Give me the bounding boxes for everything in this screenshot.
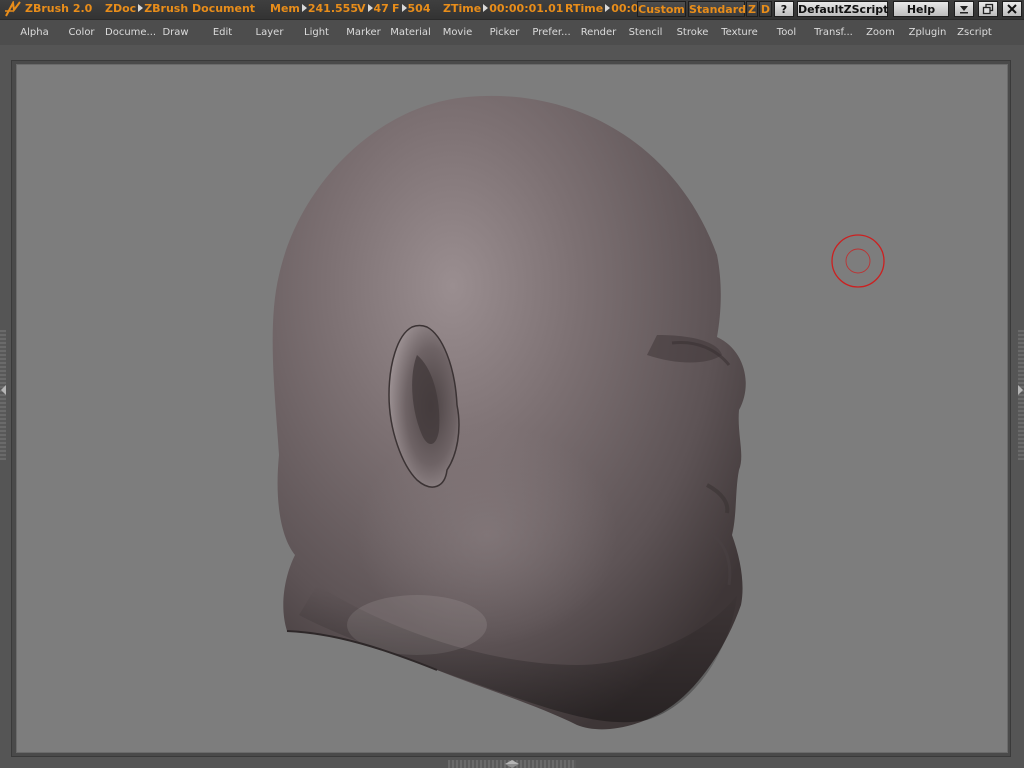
restore-icon [982,3,994,15]
ztime-value: 00:00:01.01 [489,2,564,15]
zbrush-window: ZBrush 2.0 ZDoc ZBrush Document Mem 241.55… [0,0,1024,768]
mem-value: 241.555 [307,2,358,15]
rtime-readout: RTime 00:0 [565,2,639,16]
menu-bar: Alpha Color Docume... Draw Edit Layer Li… [0,20,1024,45]
menu-render[interactable]: Render [575,20,622,45]
ztime-readout: ZTime 00:00:01.01 [443,2,563,16]
vertex-readout: V 47 [357,2,389,16]
arrow-right-icon [301,4,307,12]
arrow-right-icon [401,4,407,12]
rtime-label: RTime [565,2,604,15]
menu-movie[interactable]: Movie [434,20,481,45]
menu-preferences[interactable]: Prefer... [528,20,575,45]
menu-marker[interactable]: Marker [340,20,387,45]
minimize-button[interactable] [954,1,974,17]
face-readout: F 504 [392,2,430,16]
help-button[interactable]: Help [893,1,949,17]
menu-color[interactable]: Color [58,20,105,45]
document-canvas[interactable] [16,64,1008,753]
menu-layer[interactable]: Layer [246,20,293,45]
menu-document[interactable]: Docume... [105,20,156,45]
minimize-icon [960,6,968,14]
standard-button[interactable]: Standard [688,1,746,17]
arrow-right-icon [138,4,144,12]
arrow-right-icon [1018,385,1023,395]
v-value: 47 [373,2,389,15]
question-button[interactable]: ? [774,1,794,17]
title-bar: ZBrush 2.0 ZDoc ZBrush Document Mem 241.55… [0,0,1024,20]
zdoc-label: ZDoc [105,2,137,15]
zdoc-value: ZBrush Document [144,2,256,15]
f-value: 504 [407,2,431,15]
mem-label: Mem [270,2,300,15]
z-button[interactable]: Z [746,1,758,17]
custom-button[interactable]: Custom [637,1,686,17]
sculpted-head-model[interactable] [17,65,1008,753]
close-icon [1007,4,1017,14]
arrow-right-icon [605,4,611,12]
menu-stroke[interactable]: Stroke [669,20,716,45]
menu-picker[interactable]: Picker [481,20,528,45]
rtime-value: 00:0 [611,2,639,15]
menu-alpha[interactable]: Alpha [11,20,58,45]
close-button[interactable] [1002,1,1022,17]
menu-zscript[interactable]: Zscript [951,20,998,45]
mem-readout: Mem 241.555 [270,2,358,16]
right-tray-handle[interactable] [1018,330,1024,460]
menu-zplugin[interactable]: Zplugin [904,20,951,45]
menu-texture[interactable]: Texture [716,20,763,45]
menu-light[interactable]: Light [293,20,340,45]
arrow-right-icon [367,4,373,12]
left-tray-handle[interactable] [0,330,6,460]
f-label: F [392,2,400,15]
menu-zoom[interactable]: Zoom [857,20,904,45]
zbrush-logo-icon [5,1,21,17]
menu-transform[interactable]: Transf... [810,20,857,45]
arrow-up-down-icon [505,760,519,768]
d-button[interactable]: D [759,1,772,17]
brush-cursor-icon [831,234,885,288]
app-name: ZBrush 2.0 [25,2,93,15]
menu-draw[interactable]: Draw [152,20,199,45]
menu-material[interactable]: Material [387,20,434,45]
arrow-left-icon [1,385,6,395]
arrow-right-icon [483,4,489,12]
default-zscript-button[interactable]: DefaultZScript [797,1,888,17]
menu-tool[interactable]: Tool [763,20,810,45]
v-label: V [357,2,366,15]
zdoc-readout: ZDoc ZBrush Document [105,2,255,16]
restore-button[interactable] [978,1,998,17]
ztime-label: ZTime [443,2,482,15]
menu-stencil[interactable]: Stencil [622,20,669,45]
menu-edit[interactable]: Edit [199,20,246,45]
